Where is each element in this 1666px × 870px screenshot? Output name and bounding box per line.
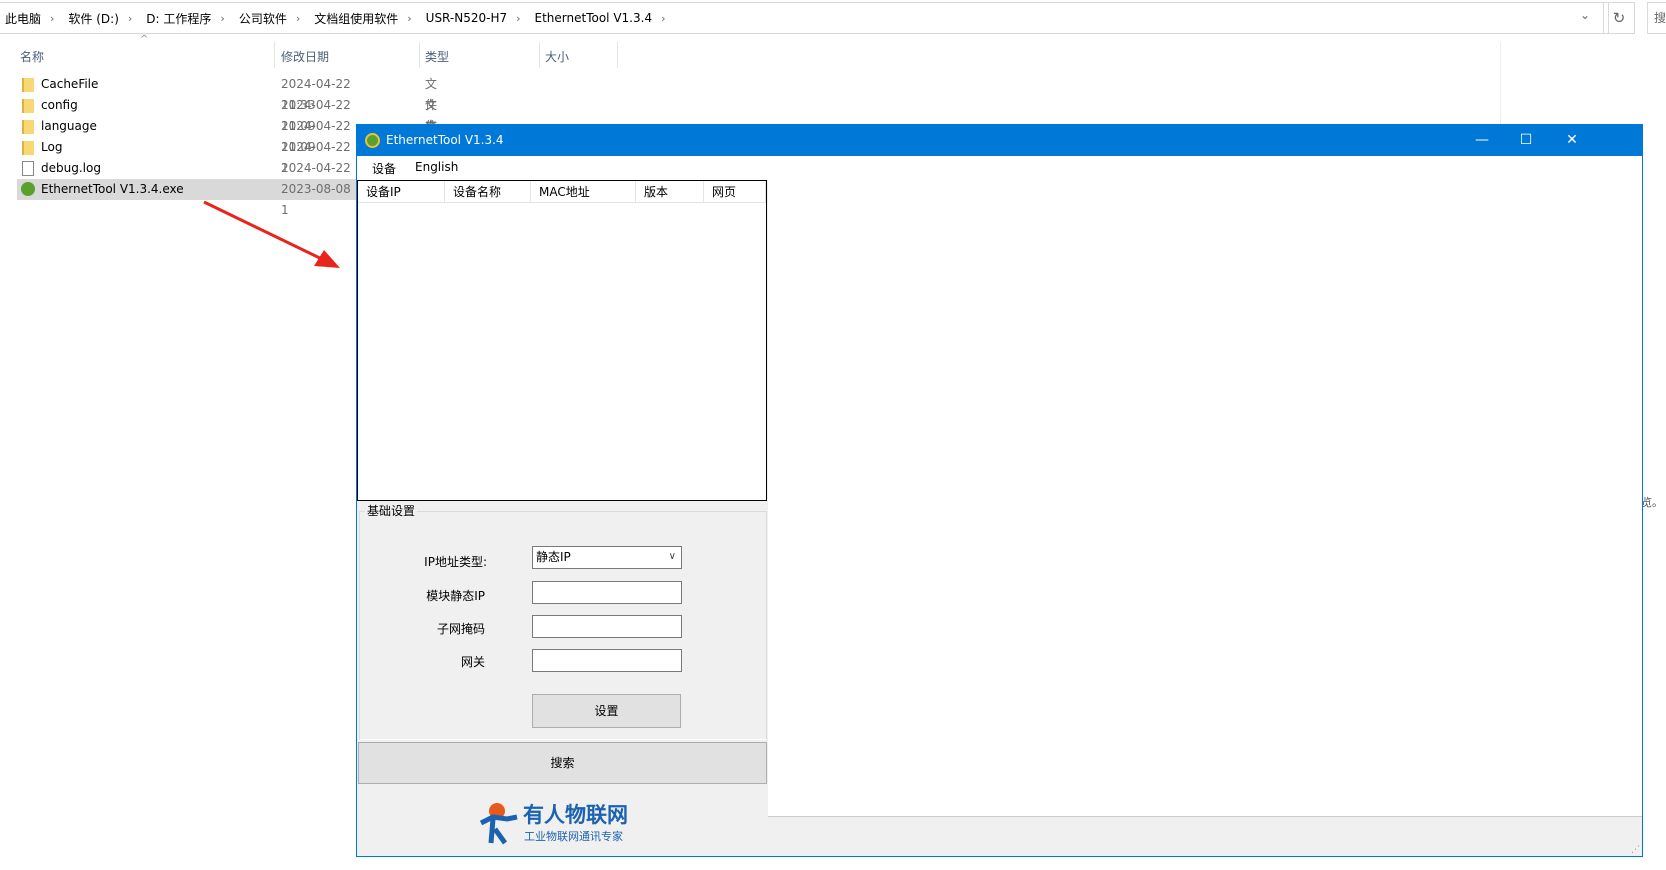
breadcrumb-item[interactable]: 文档组使用软件 [314,10,398,27]
file-row[interactable]: language2024-04-22 11:09文件夹 [17,116,437,175]
app-icon [21,182,35,196]
file-row[interactable]: Log 2024-04-22 1 [17,137,357,175]
chevron-right-icon: › [50,11,55,25]
chevron-down-icon: ∨ [668,551,676,562]
breadcrumb-item[interactable]: USR-N520-H7 [426,11,507,25]
folder-icon [22,120,34,134]
breadcrumb-item[interactable]: D: 工作程序 [146,10,211,27]
column-divider[interactable] [274,42,275,68]
column-divider[interactable] [617,42,618,68]
gateway-label: 网关 [460,655,485,669]
refresh-icon[interactable]: ↻ [1603,2,1635,34]
column-header-name[interactable]: 名称 [20,46,44,68]
chevron-right-icon: › [516,11,521,25]
file-name: language [41,119,97,133]
ethernettool-window: EthernetTool V1.3.4 — ☐ ✕ 设备 English 设备I… [356,124,1643,857]
file-row[interactable]: debug.log2024-04-22 1 [17,158,357,196]
chevron-right-icon: › [295,11,301,25]
chevron-right-icon: › [127,11,133,25]
set-button[interactable]: 设置 [532,694,681,728]
subnet-label: 子网掩码 [436,622,485,636]
search-button[interactable]: 搜索 [358,742,767,784]
document-icon [22,161,34,176]
search-box[interactable]: 搜 [1647,2,1666,34]
breadcrumb-item[interactable]: EthernetTool V1.3.4 [535,11,653,25]
pane-divider [1500,42,1501,124]
file-name: EthernetTool V1.3.4.exe [41,182,184,196]
ip-type-value: 静态IP [536,550,571,564]
minimize-button[interactable]: — [1459,125,1505,156]
subnet-input[interactable] [532,615,682,638]
file-name: Log [41,140,63,154]
address-bar[interactable]: 此电脑 › 软件 (D:) › D: 工作程序 › 公司软件 › 文档组使用软件 › US… [0,2,1609,34]
logo-slogan: 工业物联网通讯专家 [524,830,623,843]
folder-icon [22,141,34,155]
chevron-right-icon: › [220,11,225,25]
file-row[interactable]: CacheFile2024-04-22 11:33文件夹 [17,74,437,133]
file-name: config [41,98,78,112]
breadcrumb-item[interactable]: 此电脑 [5,10,41,27]
column-header-size[interactable]: 大小 [545,46,569,68]
device-list[interactable]: 设备IP 设备名称 MAC地址 版本 网页 [357,180,767,501]
window-title: EthernetTool V1.3.4 [386,133,504,147]
file-row[interactable]: config2024-04-22 11:09文件夹 [17,95,437,154]
chevron-right-icon: › [661,11,666,25]
logo-figure-icon [479,803,518,845]
resize-grip-icon[interactable]: ⋰ [1631,845,1640,855]
group-title: 基础设置 [365,502,418,519]
maximize-button[interactable]: ☐ [1503,125,1549,156]
logo-name: 有人物联网 [523,803,628,827]
menu-english[interactable]: English [415,160,458,174]
folder-icon [22,99,34,113]
list-header-ip[interactable]: 设备IP [358,181,445,203]
usr-iot-logo: 有人物联网 工业物联网通讯专家 [477,797,647,847]
sort-up-icon: ^ [140,34,149,45]
column-header-date[interactable]: 修改日期 [281,46,329,68]
static-ip-label: 模块静态IP [426,589,485,603]
gateway-input[interactable] [532,649,682,672]
app-icon [365,133,380,148]
file-name: CacheFile [41,77,99,91]
chevron-right-icon: › [407,11,412,25]
file-name: debug.log [41,161,101,175]
static-ip-input[interactable] [532,581,682,604]
title-bar[interactable]: EthernetTool V1.3.4 — ☐ ✕ [357,125,1642,156]
column-divider[interactable] [419,42,420,68]
ip-type-label: IP地址类型: [424,555,487,569]
close-button[interactable]: ✕ [1549,125,1595,156]
red-arrow-annotation [203,200,340,268]
ip-type-select[interactable]: 静态IP ∨ [532,546,682,569]
breadcrumb-item[interactable]: 公司软件 [239,10,287,27]
preview-hint-text: 览。 [1641,496,1663,509]
menu-bar: 设备 English [357,156,1642,180]
list-header-version[interactable]: 版本 [636,181,704,203]
menu-device[interactable]: 设备 [372,160,396,177]
status-divider [768,816,1642,817]
list-header-name[interactable]: 设备名称 [445,181,531,203]
column-divider[interactable] [539,42,540,68]
breadcrumb-item[interactable]: 软件 (D:) [68,10,118,27]
list-header-mac[interactable]: MAC地址 [531,181,636,203]
column-header-type[interactable]: 类型 [425,46,449,68]
content-area [768,180,1642,816]
file-row-selected[interactable]: EthernetTool V1.3.4.exe 2023-08-08 1 [17,179,357,217]
history-dropdown-icon[interactable]: ⌄ [1580,8,1590,22]
list-header-web[interactable]: 网页 [704,181,766,203]
folder-icon [22,78,34,92]
